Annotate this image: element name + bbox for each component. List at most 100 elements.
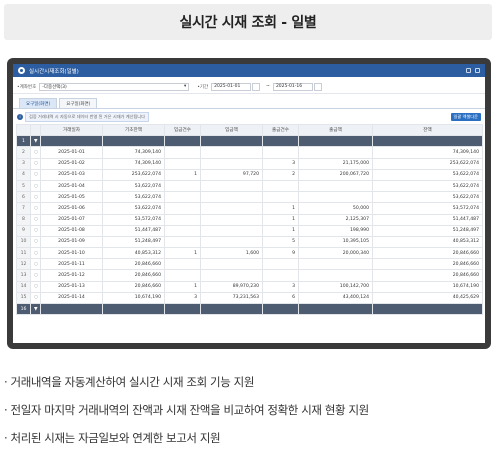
table-row[interactable]: 11 ○ 2025-01-10 40,853,312 1 1,600 9 20,000,340… bbox=[16, 247, 483, 260]
row-checkbox[interactable]: ○ bbox=[30, 146, 41, 159]
table-row[interactable]: 14 ○ 2025-01-13 20,846,660 1 89,970,230 3 100,1… bbox=[16, 280, 483, 293]
table-row[interactable]: 13 ○ 2025-01-12 20,846,660 20,846,660 bbox=[16, 269, 483, 282]
column-header[interactable]: 출금건수 bbox=[262, 123, 299, 137]
cell-opening: 51,248,497 bbox=[102, 235, 165, 249]
table-row[interactable]: 1 ▼ bbox=[16, 135, 483, 148]
cell-in-cnt bbox=[164, 202, 201, 215]
row-checkbox[interactable]: ○ bbox=[30, 269, 41, 282]
account-select[interactable]: -다중선택(3) ▾ bbox=[39, 82, 190, 91]
table-row[interactable]: 12 ○ 2025-01-11 20,846,660 20,846,660 bbox=[16, 258, 483, 271]
row-number: 1 bbox=[16, 135, 31, 148]
tab-daily[interactable]: 요구일(화면) bbox=[19, 98, 58, 108]
tab-bar: 요구일(화면) 요구일(화면) bbox=[13, 97, 485, 109]
row-checkbox[interactable]: ○ bbox=[30, 179, 41, 193]
cell-out-amt bbox=[298, 302, 373, 316]
close-icon[interactable] bbox=[475, 68, 480, 73]
calendar-icon[interactable] bbox=[252, 82, 261, 91]
cell-in-amt: 89,970,230 bbox=[200, 280, 263, 293]
cell-balance bbox=[372, 135, 483, 148]
column-header[interactable]: 거래일자 bbox=[40, 123, 103, 137]
column-header[interactable]: 입금건수 bbox=[164, 123, 201, 137]
cell-in-amt bbox=[200, 269, 263, 282]
cell-out-cnt bbox=[262, 258, 299, 271]
table-row[interactable]: 6 ○ 2025-01-05 53,622,074 53,622,074 bbox=[16, 191, 483, 204]
cell-in-amt bbox=[200, 146, 263, 159]
row-checkbox[interactable]: ○ bbox=[30, 235, 41, 249]
table-row[interactable]: 3 ○ 2025-01-02 74,309,140 3 21,175,000 253,622… bbox=[16, 157, 483, 170]
cell-date: 2025-01-04 bbox=[40, 179, 103, 193]
row-checkbox[interactable]: ○ bbox=[30, 213, 41, 226]
filter-bar: •계좌번호 -다중선택(3) ▾ •기간 2025-01-01 ~ 2025-0… bbox=[13, 80, 485, 94]
cell-in-cnt: 1 bbox=[164, 168, 201, 181]
table-row[interactable]: 7 ○ 2025-01-06 53,622,074 1 50,000 53,572,074 bbox=[16, 202, 483, 215]
table-row[interactable]: 15 ○ 2025-01-14 10,674,190 3 73,231,563 6 43,40… bbox=[16, 291, 483, 305]
row-number: 10 bbox=[16, 235, 31, 249]
cell-in-cnt bbox=[164, 224, 201, 237]
table-row[interactable]: 8 ○ 2025-01-07 53,572,074 1 2,125,307 51,447,4… bbox=[16, 213, 483, 226]
table-row[interactable]: 5 ○ 2025-01-04 53,622,074 53,622,074 bbox=[16, 179, 483, 193]
cell-opening: 53,622,074 bbox=[102, 191, 165, 204]
window-title: 실시간시재조회(일별) bbox=[29, 68, 79, 75]
row-checkbox[interactable]: ○ bbox=[30, 291, 41, 305]
checkbox-header bbox=[30, 123, 41, 137]
cell-out-cnt: 1 bbox=[262, 213, 299, 226]
table-row[interactable]: 9 ○ 2025-01-08 51,447,487 1 198,990 51,248,497 bbox=[16, 224, 483, 237]
feature-item: · 처리된 시재는 자금일보와 연계한 보고서 지원 bbox=[4, 431, 221, 445]
cell-out-amt: 2,125,307 bbox=[298, 213, 373, 226]
row-checkbox[interactable]: ○ bbox=[30, 168, 41, 181]
table-row[interactable]: 4 ○ 2025-01-03 253,622,074 1 97,720 2 200,067,7… bbox=[16, 168, 483, 181]
row-checkbox[interactable]: ○ bbox=[30, 191, 41, 204]
row-number: 16 bbox=[16, 302, 31, 316]
table-row[interactable]: 16 ▼ bbox=[16, 302, 483, 316]
table-row[interactable]: 10 ○ 2025-01-09 51,248,497 5 10,395,105 40,853… bbox=[16, 235, 483, 249]
cell-out-amt: 43,400,124 bbox=[298, 291, 373, 305]
column-header[interactable]: 잔액 bbox=[372, 123, 483, 137]
row-checkbox[interactable]: ○ bbox=[30, 247, 41, 260]
cell-in-cnt bbox=[164, 191, 201, 204]
column-header[interactable]: 출금액 bbox=[298, 123, 373, 137]
cell-out-cnt bbox=[262, 269, 299, 282]
table-body: 1 ▼ 2 ○ 2025-01-01 74,309,140 74,309,140 3 ○ 2025… bbox=[16, 135, 483, 316]
excel-download-button[interactable]: 일괄 엑셀다운 bbox=[450, 112, 481, 121]
cell-out-cnt: 3 bbox=[262, 280, 299, 293]
cell-date bbox=[40, 135, 103, 148]
row-checkbox[interactable]: ○ bbox=[30, 224, 41, 237]
cell-out-amt bbox=[298, 269, 373, 282]
cell-opening: 40,853,312 bbox=[102, 247, 165, 260]
cell-in-cnt bbox=[164, 213, 201, 226]
cell-opening: 20,846,660 bbox=[102, 280, 165, 293]
app-logo-icon bbox=[18, 67, 25, 74]
row-checkbox[interactable]: ○ bbox=[30, 258, 41, 271]
minimize-icon[interactable] bbox=[466, 68, 471, 73]
cell-in-cnt: 3 bbox=[164, 291, 201, 305]
info-row: i 검증 거래내역 시 자동으로 데이터 반영 된 거은 시재가 계산됩니다 일… bbox=[13, 111, 485, 122]
table-row[interactable]: 2 ○ 2025-01-01 74,309,140 74,309,140 bbox=[16, 146, 483, 159]
row-checkbox[interactable]: ○ bbox=[30, 157, 41, 170]
row-number: 12 bbox=[16, 258, 31, 271]
cell-out-cnt: 1 bbox=[262, 202, 299, 215]
date-to-field[interactable]: 2025-01-16 bbox=[272, 82, 313, 91]
cell-opening: 74,309,140 bbox=[102, 157, 165, 170]
row-checkbox[interactable]: ▼ bbox=[30, 302, 41, 316]
row-number: 5 bbox=[16, 179, 31, 193]
cell-date: 2025-01-03 bbox=[40, 168, 103, 181]
row-checkbox[interactable]: ○ bbox=[30, 202, 41, 215]
cell-date: 2025-01-06 bbox=[40, 202, 103, 215]
tab-secondary[interactable]: 요구일(화면) bbox=[59, 98, 98, 108]
column-header[interactable]: 기초잔액 bbox=[102, 123, 165, 137]
cell-out-amt: 50,000 bbox=[298, 202, 373, 215]
row-number: 11 bbox=[16, 247, 31, 260]
cell-balance: 53,622,074 bbox=[372, 191, 483, 204]
row-checkbox[interactable]: ▼ bbox=[30, 135, 41, 148]
cell-opening: 20,846,660 bbox=[102, 258, 165, 271]
calendar-icon[interactable] bbox=[313, 82, 322, 91]
cell-in-cnt bbox=[164, 157, 201, 170]
date-from-field[interactable]: 2025-01-01 bbox=[211, 82, 252, 91]
cell-balance: 253,622,074 bbox=[372, 157, 483, 170]
cell-balance: 10,674,190 bbox=[372, 280, 483, 293]
cell-opening: 53,622,074 bbox=[102, 179, 165, 193]
row-checkbox[interactable]: ○ bbox=[30, 280, 41, 293]
cell-in-amt: 97,720 bbox=[200, 168, 263, 181]
column-header[interactable]: 입금액 bbox=[200, 123, 263, 137]
cell-in-cnt bbox=[164, 135, 201, 148]
